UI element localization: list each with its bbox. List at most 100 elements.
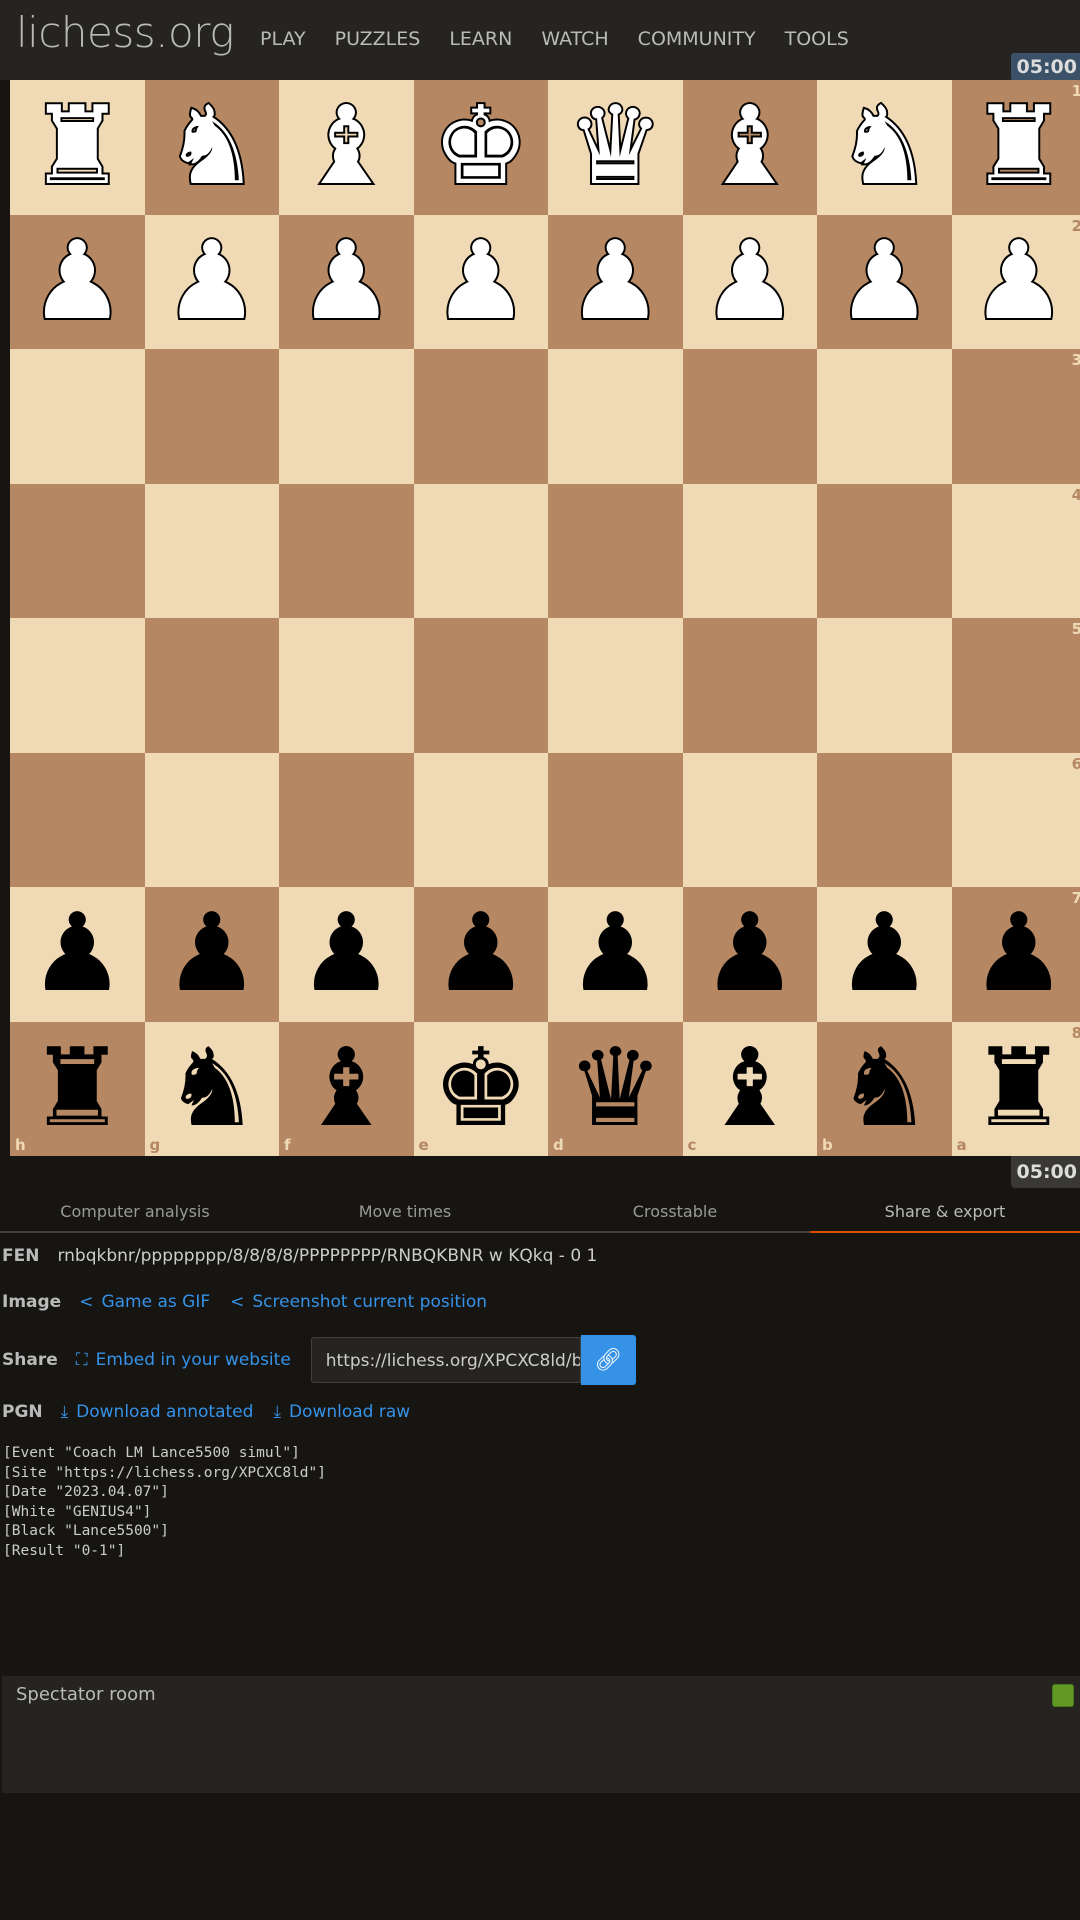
- white-queen-piece[interactable]: ♛: [548, 80, 683, 215]
- square-h4[interactable]: [10, 483, 145, 618]
- black-pawn-piece[interactable]: ♟: [414, 887, 549, 1022]
- white-king-piece[interactable]: ♚: [414, 80, 549, 215]
- square-g5[interactable]: [144, 618, 279, 753]
- download-raw-link[interactable]: ⤓ Download raw: [273, 1402, 410, 1422]
- square-h1[interactable]: ♜: [10, 80, 145, 215]
- black-knight-piece[interactable]: ♞: [145, 1022, 280, 1157]
- nav-community[interactable]: COMMUNITY: [638, 28, 756, 50]
- square-f2[interactable]: ♟: [279, 214, 414, 350]
- square-a8[interactable]: ♜ 8 a: [951, 1021, 1080, 1156]
- nav-tools[interactable]: TOOLS: [785, 28, 849, 50]
- square-d7[interactable]: ♟: [548, 887, 683, 1022]
- square-d2[interactable]: ♟: [548, 214, 683, 349]
- square-b3[interactable]: [817, 349, 952, 484]
- white-bishop-piece[interactable]: ♝: [683, 80, 818, 215]
- square-d4[interactable]: [548, 483, 683, 618]
- square-e6[interactable]: [413, 752, 548, 887]
- square-b2[interactable]: ♟: [817, 214, 952, 350]
- chat-toggle[interactable]: [1052, 1684, 1074, 1707]
- square-b7[interactable]: ♟: [817, 887, 952, 1022]
- square-g8[interactable]: ♞ g: [144, 1021, 280, 1157]
- tab-computer-analysis[interactable]: Computer analysis: [0, 1195, 270, 1231]
- square-g1[interactable]: ♞: [144, 80, 280, 215]
- square-c3[interactable]: [682, 349, 817, 484]
- square-g4[interactable]: [144, 483, 279, 618]
- square-h5[interactable]: [10, 618, 145, 753]
- black-pawn-piece[interactable]: ♟: [548, 887, 683, 1022]
- white-pawn-piece[interactable]: ♟: [414, 215, 549, 350]
- black-pawn-piece[interactable]: ♟: [279, 887, 414, 1022]
- white-bishop-piece[interactable]: ♝: [279, 80, 414, 215]
- share-url-input[interactable]: https://lichess.org/XPCXC8ld/b: [310, 1337, 581, 1383]
- white-knight-piece[interactable]: ♞: [817, 80, 952, 215]
- white-pawn-piece[interactable]: ♟: [145, 215, 280, 350]
- square-f7[interactable]: ♟: [279, 887, 414, 1022]
- white-pawn-piece[interactable]: ♟: [279, 215, 414, 350]
- tab-share-export[interactable]: Share & export: [810, 1195, 1080, 1233]
- fen-value[interactable]: rnbqkbnr/pppppppp/8/8/8/8/PPPPPPPP/RNBQK…: [57, 1246, 597, 1266]
- square-f5[interactable]: [279, 618, 414, 753]
- nav-learn[interactable]: LEARN: [449, 28, 512, 50]
- download-annotated-link[interactable]: ⤓ Download annotated: [61, 1402, 254, 1422]
- screenshot-link[interactable]: < Screenshot current position: [230, 1292, 487, 1312]
- square-f1[interactable]: ♝: [279, 80, 414, 215]
- square-e5[interactable]: [413, 618, 548, 753]
- game-as-gif-link[interactable]: < Game as GIF: [79, 1292, 210, 1312]
- square-d3[interactable]: [548, 349, 683, 484]
- square-c1[interactable]: ♝: [682, 80, 818, 215]
- black-pawn-piece[interactable]: ♟: [145, 887, 280, 1022]
- square-f4[interactable]: [279, 483, 414, 618]
- square-h8[interactable]: ♜ h: [10, 1021, 145, 1156]
- square-b1[interactable]: ♞: [817, 80, 952, 215]
- square-c2[interactable]: ♟: [682, 214, 818, 350]
- square-g3[interactable]: [144, 349, 279, 484]
- square-d8[interactable]: ♛ d: [548, 1021, 683, 1157]
- site-logo[interactable]: lichess.org: [16, 8, 234, 57]
- white-pawn-piece[interactable]: ♟: [817, 215, 952, 350]
- square-e7[interactable]: ♟: [413, 887, 549, 1022]
- black-bishop-piece[interactable]: ♝: [279, 1022, 414, 1157]
- square-f8[interactable]: ♝ f: [279, 1021, 414, 1157]
- nav-watch[interactable]: WATCH: [541, 28, 608, 50]
- nav-puzzles[interactable]: PUZZLES: [335, 28, 421, 50]
- square-c7[interactable]: ♟: [682, 887, 818, 1022]
- embed-link[interactable]: ⛶ Embed in your website: [76, 1350, 291, 1370]
- white-pawn-piece[interactable]: ♟: [952, 215, 1080, 350]
- square-d6[interactable]: [548, 752, 683, 887]
- black-knight-piece[interactable]: ♞: [817, 1022, 952, 1157]
- square-a4[interactable]: 4: [951, 483, 1080, 618]
- square-a2[interactable]: ♟ 2: [951, 214, 1080, 350]
- white-knight-piece[interactable]: ♞: [145, 80, 280, 215]
- white-rook-piece[interactable]: ♜: [10, 80, 145, 215]
- chess-board[interactable]: ♜ ♞ ♝ ♚ ♛ ♝ ♞ ♜ 1 ♟ ♟ ♟ ♟ ♟ ♟ ♟ ♟ 2 3 4 5 6 ♟ ♟ ♟ ♟ ♟ ♟ ♟ ♟ 7 ♜ h ♞ g ♝ f ♚ e ♛…: [10, 80, 1080, 1156]
- black-pawn-piece[interactable]: ♟: [683, 887, 818, 1022]
- nav-play[interactable]: PLAY: [260, 28, 306, 50]
- black-queen-piece[interactable]: ♛: [548, 1022, 683, 1157]
- black-king-piece[interactable]: ♚: [414, 1022, 549, 1157]
- square-h3[interactable]: [10, 349, 145, 484]
- square-b4[interactable]: [817, 483, 952, 618]
- pgn-text[interactable]: [Event "Coach LM Lance5500 simul"] [Site…: [3, 1444, 326, 1561]
- square-c5[interactable]: [682, 618, 817, 753]
- square-c8[interactable]: ♝ c: [682, 1021, 818, 1157]
- tab-crosstable[interactable]: Crosstable: [540, 1195, 810, 1231]
- white-rook-piece[interactable]: ♜: [952, 80, 1080, 215]
- square-b5[interactable]: [817, 618, 952, 753]
- square-e4[interactable]: [413, 483, 548, 618]
- copy-link-button[interactable]: 🔗︎: [580, 1335, 636, 1385]
- square-g2[interactable]: ♟: [144, 214, 280, 350]
- black-pawn-piece[interactable]: ♟: [10, 887, 145, 1022]
- square-a3[interactable]: 3: [951, 349, 1080, 484]
- tab-move-times[interactable]: Move times: [270, 1195, 540, 1231]
- square-a1[interactable]: ♜ 1: [951, 80, 1080, 215]
- square-h2[interactable]: ♟: [10, 214, 145, 349]
- square-g6[interactable]: [144, 752, 279, 887]
- white-pawn-piece[interactable]: ♟: [683, 215, 818, 350]
- square-a6[interactable]: 6: [951, 752, 1080, 887]
- square-b6[interactable]: [817, 752, 952, 887]
- square-h7[interactable]: ♟: [10, 887, 145, 1022]
- black-pawn-piece[interactable]: ♟: [952, 887, 1080, 1022]
- square-d5[interactable]: [548, 618, 683, 753]
- black-bishop-piece[interactable]: ♝: [683, 1022, 818, 1157]
- square-f3[interactable]: [279, 349, 414, 484]
